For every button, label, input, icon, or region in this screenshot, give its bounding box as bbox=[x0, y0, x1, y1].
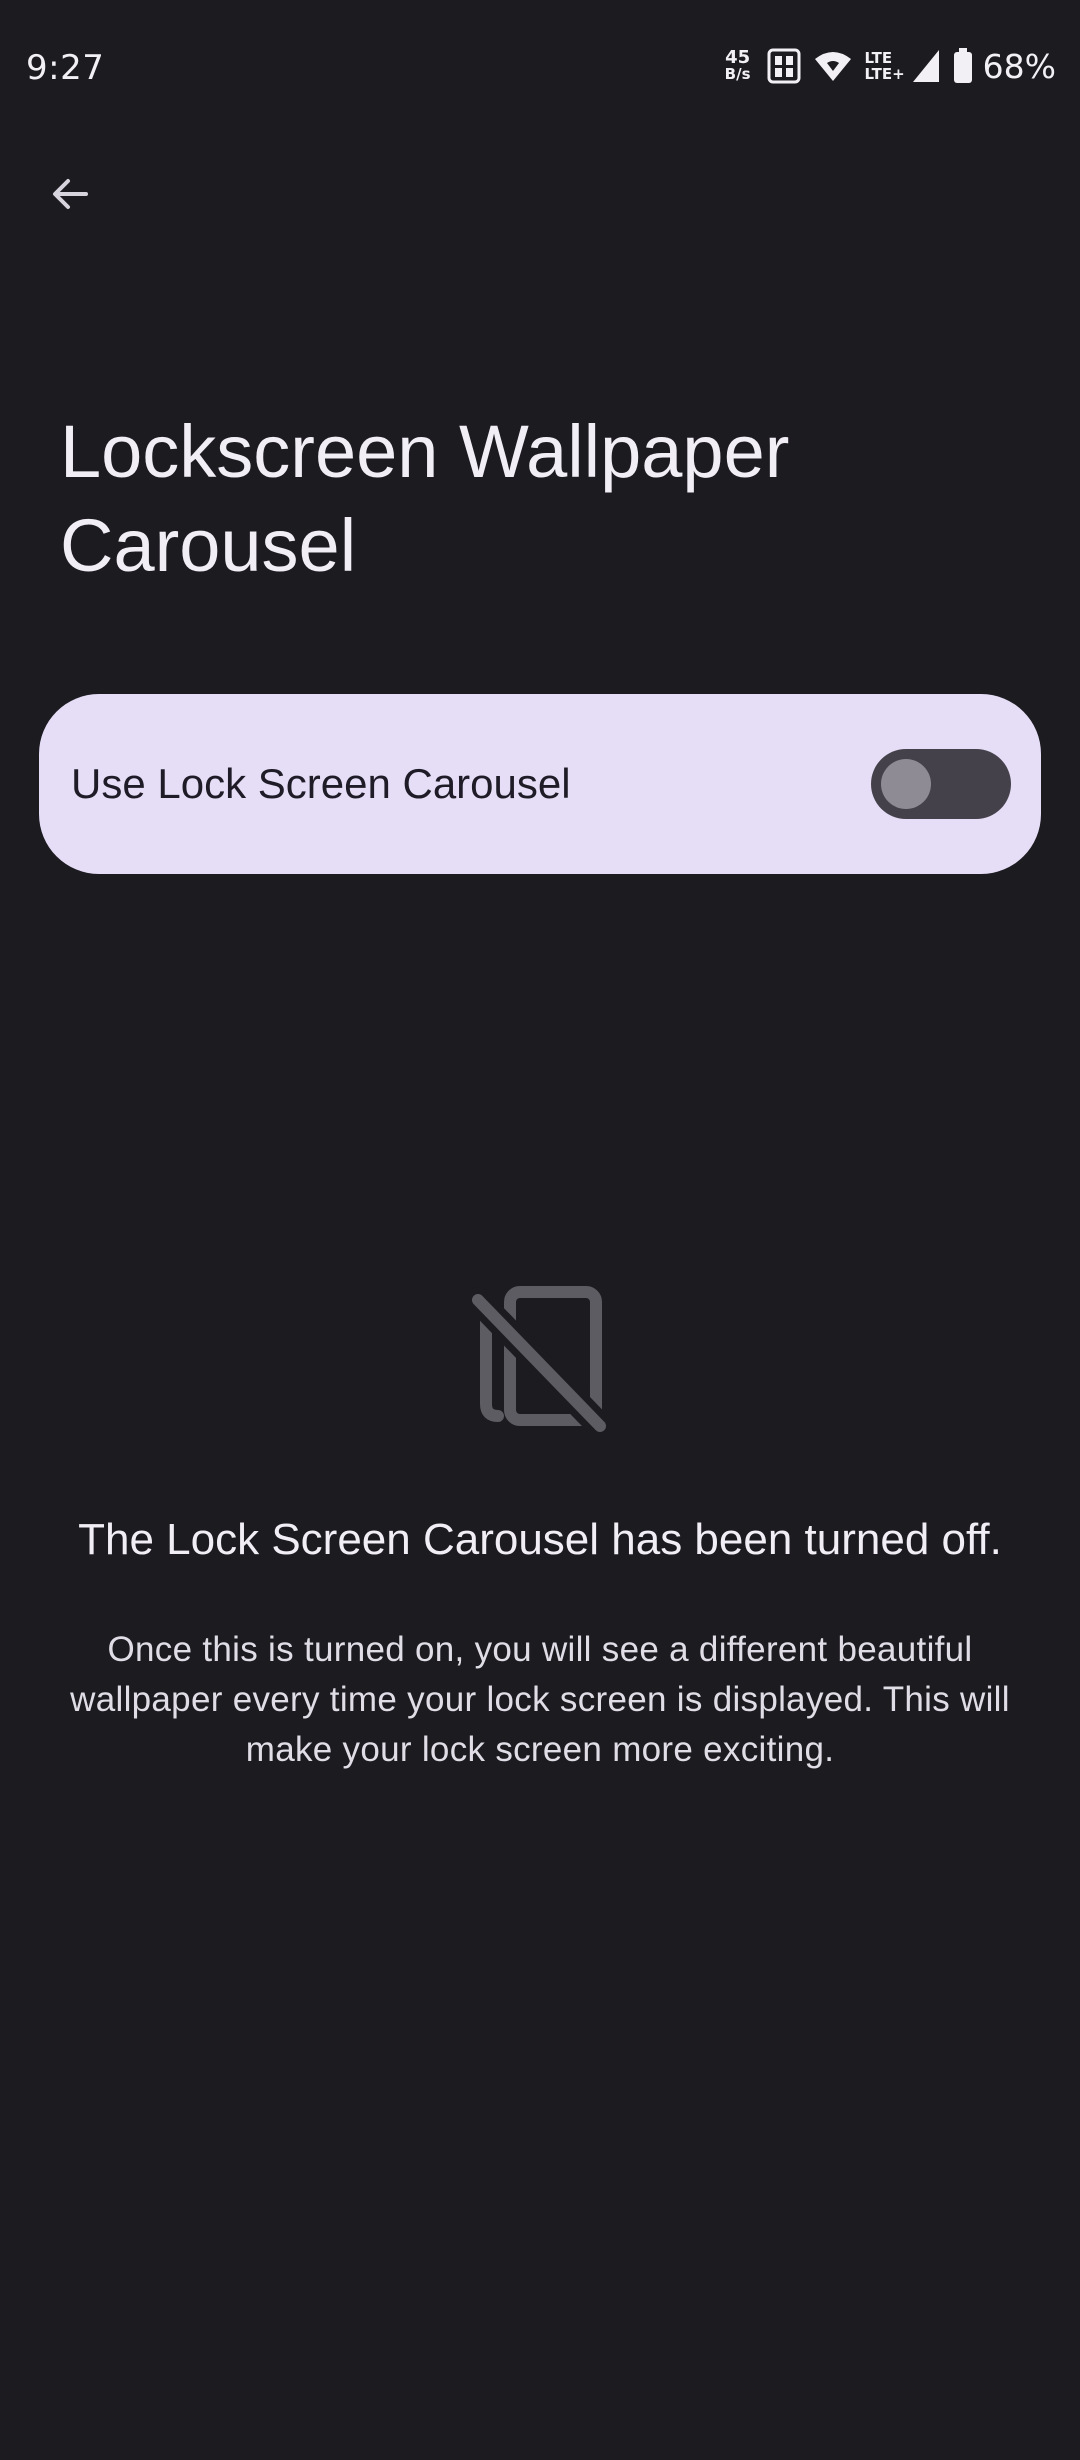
status-icons: 45 B/s LTE LTE+ 68% bbox=[725, 44, 1056, 88]
status-bar: 9:27 45 B/s LTE LTE+ 68% bbox=[0, 0, 1080, 130]
dual-sim-icon bbox=[767, 48, 801, 84]
wifi-icon bbox=[813, 49, 853, 83]
signal-icon bbox=[911, 48, 941, 84]
lte-label-bottom: LTE+ bbox=[864, 65, 905, 83]
network-speed-unit: B/s bbox=[724, 65, 751, 83]
battery-icon bbox=[953, 48, 973, 84]
carousel-switch[interactable] bbox=[871, 749, 1011, 819]
empty-state-title: The Lock Screen Carousel has been turned… bbox=[78, 1515, 1002, 1564]
arrow-left-icon bbox=[53, 179, 88, 209]
toggle-label: Use Lock Screen Carousel bbox=[71, 760, 571, 807]
empty-state-description: Once this is turned on, you will see a d… bbox=[70, 1630, 1010, 1769]
battery-percentage: 68% bbox=[982, 46, 1056, 86]
network-speed-indicator: 45 B/s bbox=[724, 47, 751, 83]
switch-knob bbox=[881, 759, 931, 809]
page-title: Lockscreen Wallpaper Carousel bbox=[60, 410, 790, 587]
status-time: 9:27 bbox=[26, 48, 105, 88]
lock-screen-carousel-toggle-row[interactable]: Use Lock Screen Carousel bbox=[39, 694, 1041, 874]
wallpaper-off-icon bbox=[464, 1282, 616, 1439]
lte-label-top: LTE bbox=[864, 49, 893, 67]
lte-indicator: LTE LTE+ bbox=[865, 50, 905, 82]
network-speed-value: 45 bbox=[725, 47, 751, 68]
back-button[interactable] bbox=[36, 160, 104, 228]
